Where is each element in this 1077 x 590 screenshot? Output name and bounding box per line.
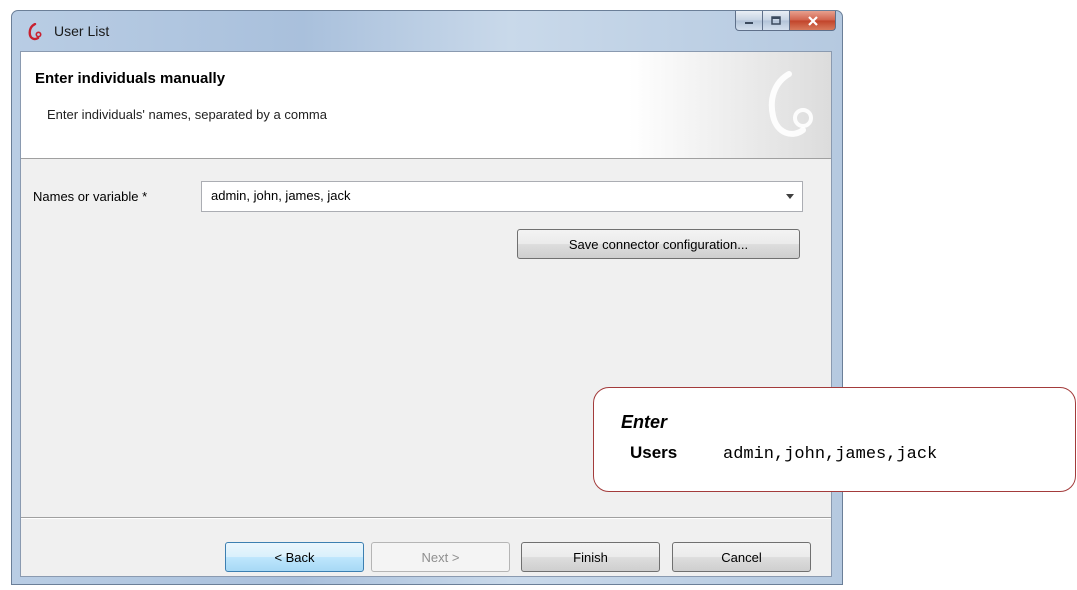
wizard-content: Enter individuals manually Enter individ… xyxy=(20,51,832,577)
callout-title: Enter xyxy=(621,412,668,432)
close-icon xyxy=(807,15,818,26)
maximize-button[interactable] xyxy=(763,11,790,31)
wizard-header: Enter individuals manually Enter individ… xyxy=(21,52,831,159)
finish-button[interactable]: Finish xyxy=(521,542,660,572)
maximize-icon xyxy=(771,15,781,25)
minimize-button[interactable] xyxy=(735,11,763,31)
bonita-logo-icon xyxy=(28,23,42,41)
close-button[interactable] xyxy=(790,11,836,31)
page-subtitle: Enter individuals' names, separated by a… xyxy=(47,107,327,122)
window-controls xyxy=(735,11,836,35)
bonita-watermark-icon xyxy=(768,71,813,137)
window-title: User List xyxy=(54,23,110,39)
annotation-callout: Enter Users admin,john,james,jack xyxy=(593,387,1076,492)
page-title: Enter individuals manually xyxy=(35,70,226,87)
cancel-button[interactable]: Cancel xyxy=(672,542,811,572)
chevron-down-icon xyxy=(786,194,794,199)
footer-divider xyxy=(21,517,831,519)
back-button[interactable]: < Back xyxy=(225,542,364,572)
combo-dropdown-button[interactable] xyxy=(778,182,802,211)
title-bar[interactable]: User List xyxy=(12,11,842,51)
callout-value: admin,john,james,jack xyxy=(723,445,938,464)
callout-key: Users xyxy=(630,443,678,462)
names-value[interactable]: admin, john, james, jack xyxy=(211,188,350,203)
minimize-icon xyxy=(745,21,753,24)
save-configuration-button[interactable]: Save connector configuration... xyxy=(517,229,800,259)
names-combo[interactable]: admin, john, james, jack xyxy=(201,181,803,212)
wizard-window: User List Enter individuals manually Ent… xyxy=(11,10,843,585)
names-label: Names or variable * xyxy=(33,189,148,204)
next-button[interactable]: Next > xyxy=(371,542,510,572)
